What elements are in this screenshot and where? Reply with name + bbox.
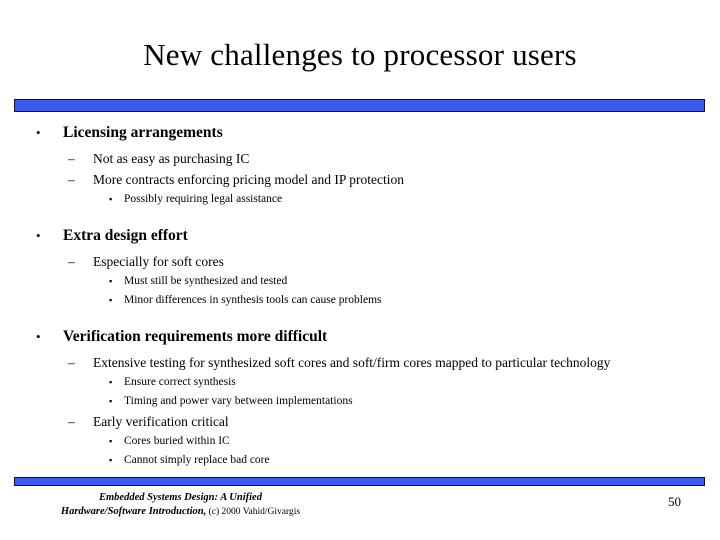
bullet-section-extra-design-effort: • Extra design effort – Especially for s… (0, 225, 720, 310)
bullet-level3: ▪ Must still be synthesized and tested (0, 272, 720, 291)
bullet-level3: ▪ Cores buried within IC (0, 432, 720, 451)
bullet-level3-label: Cannot simply replace bad core (124, 454, 270, 466)
bullet-square-icon: ▪ (109, 396, 113, 406)
bullet-level3: ▪ Possibly requiring legal assistance (0, 190, 720, 209)
bullet-section-licensing: • Licensing arrangements – Not as easy a… (0, 122, 720, 209)
bullet-section-verification-requirements: • Verification requirements more difficu… (0, 326, 720, 470)
bullet-dash-icon: – (68, 355, 75, 370)
bullet-level3: ▪ Cannot simply replace bad core (0, 451, 720, 470)
bullet-level3-label: Minor differences in synthesis tools can… (124, 294, 382, 306)
bullet-level2: – Early verification critical (0, 411, 720, 432)
bullet-dash-icon: – (68, 172, 75, 187)
bullet-level2: – Extensive testing for synthesized soft… (0, 352, 720, 373)
bullet-level2-label: Extensive testing for synthesized soft c… (93, 355, 611, 370)
bullet-level1: • Licensing arrangements (0, 122, 720, 144)
bullet-level2: – Especially for soft cores (0, 251, 720, 272)
footer-credit-line1: Embedded Systems Design: A Unified (99, 492, 262, 503)
bullet-square-icon: ▪ (109, 455, 113, 465)
bullet-square-icon: ▪ (109, 295, 113, 305)
bullet-dash-icon: – (68, 151, 75, 166)
bullet-level1: • Extra design effort (0, 225, 720, 247)
bullet-level3-label: Ensure correct synthesis (124, 376, 236, 388)
footer-credit: Embedded Systems Design: A Unified Hardw… (8, 491, 353, 519)
bullet-level3-label: Possibly requiring legal assistance (124, 193, 283, 205)
bullet-square-icon: ▪ (109, 194, 113, 204)
footer-divider-bar (14, 477, 705, 486)
title-divider-bar (14, 99, 705, 112)
footer-credit-line2: Hardware/Software Introduction, (60, 505, 207, 517)
bullet-level2-label: Especially for soft cores (93, 254, 224, 269)
bullet-level3: ▪ Minor differences in synthesis tools c… (0, 291, 720, 310)
page-number: 50 (668, 494, 681, 509)
bullet-level1: • Verification requirements more difficu… (0, 326, 720, 348)
bullet-dash-icon: – (68, 414, 75, 429)
bullet-square-icon: ▪ (109, 276, 113, 286)
bullet-dot-icon: • (36, 125, 41, 140)
footer-copyright: (c) 2000 Vahid/Givargis (206, 506, 301, 517)
bullet-level3-label: Timing and power vary between implementa… (124, 395, 353, 407)
bullet-dot-icon: • (36, 329, 41, 344)
bullet-level1-label: Licensing arrangements (63, 124, 223, 141)
bullet-level2-label: More contracts enforcing pricing model a… (93, 172, 405, 187)
bullet-level3: ▪ Ensure correct synthesis (0, 373, 720, 392)
bullet-level3: ▪ Timing and power vary between implemen… (0, 392, 720, 411)
page-title: New challenges to processor users (143, 37, 577, 72)
bullet-level2-label: Early verification critical (93, 414, 229, 429)
bullet-square-icon: ▪ (109, 436, 113, 446)
bullet-level3-label: Must still be synthesized and tested (124, 275, 288, 287)
slide-body: • Licensing arrangements – Not as easy a… (0, 122, 720, 470)
bullet-dash-icon: – (68, 254, 75, 269)
bullet-level1-label: Extra design effort (63, 227, 188, 244)
bullet-level2: – Not as easy as purchasing IC (0, 148, 720, 169)
bullet-dot-icon: • (36, 228, 41, 243)
bullet-level1-label: Verification requirements more difficult (63, 328, 328, 345)
bullet-level2: – More contracts enforcing pricing model… (0, 169, 720, 190)
bullet-level2-label: Not as easy as purchasing IC (93, 151, 250, 166)
bullet-square-icon: ▪ (109, 377, 113, 387)
bullet-level3-label: Cores buried within IC (124, 435, 230, 447)
